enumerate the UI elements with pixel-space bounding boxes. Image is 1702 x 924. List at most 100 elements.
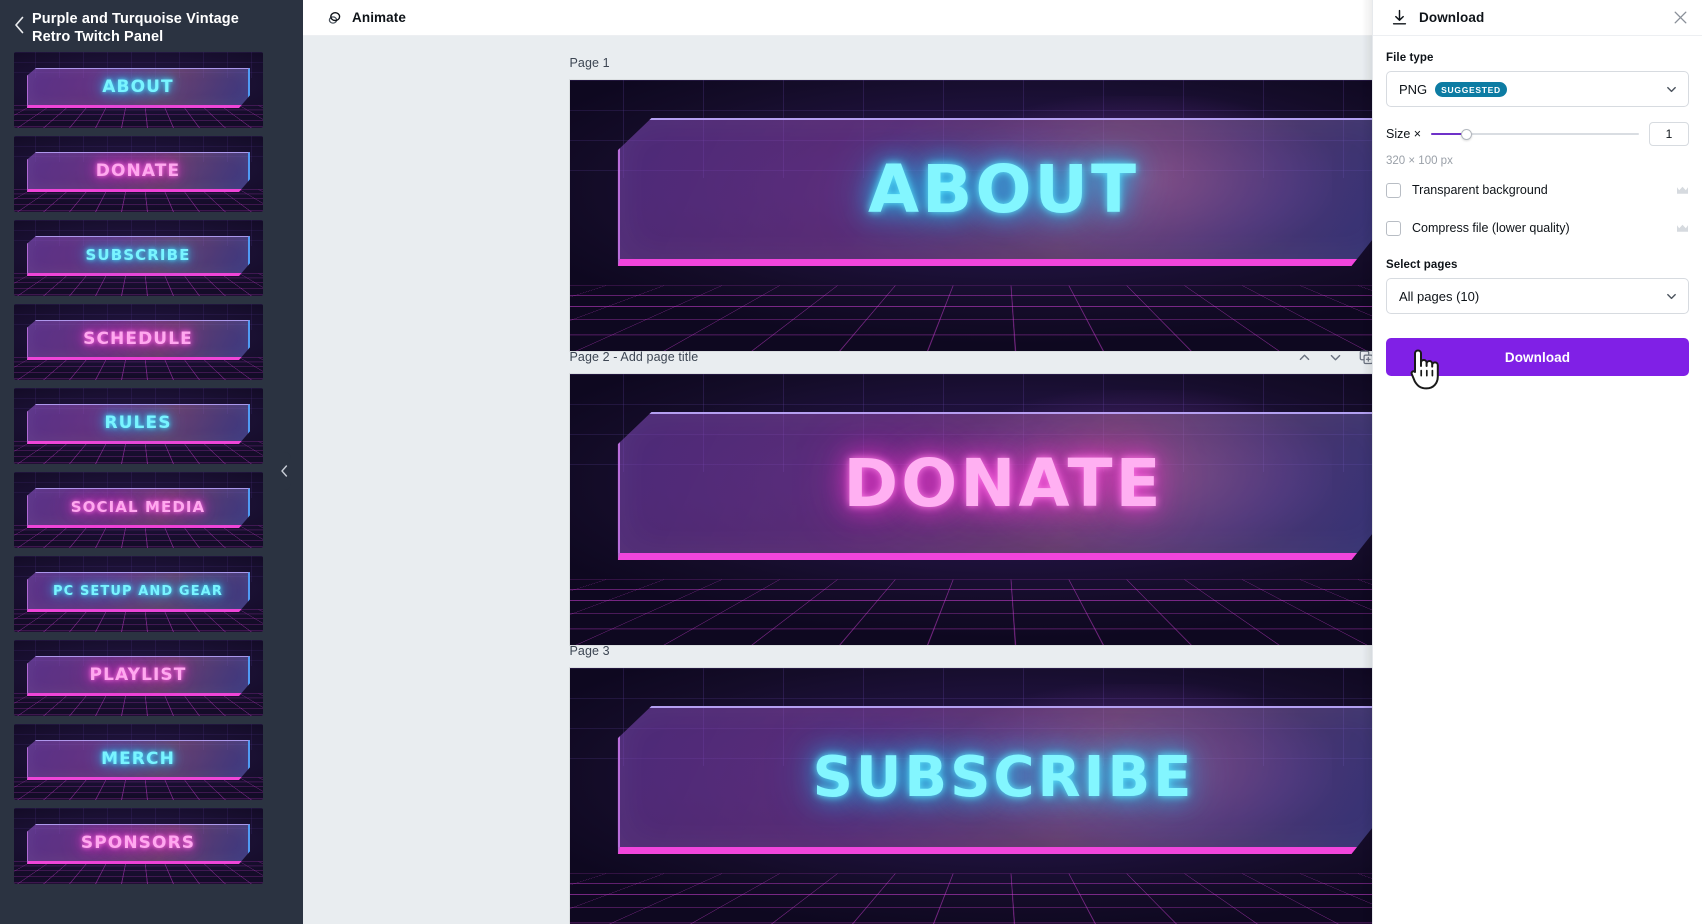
thumbnail-label: MERCH (101, 749, 175, 769)
page-label[interactable]: Page 2 - Add page title (570, 350, 699, 364)
page-thumbnail-7[interactable]: PC SETUP AND GEAR (14, 556, 263, 632)
size-slider[interactable] (1431, 127, 1639, 141)
transparent-background-row[interactable]: Transparent background (1386, 175, 1689, 205)
thumbnail-plaque: ABOUT (27, 68, 250, 108)
thumbnail-item[interactable]: PLAYLIST (0, 640, 303, 724)
thumbnail-item[interactable]: MERCH (0, 724, 303, 808)
page-thumbnail-9[interactable]: MERCH (14, 724, 263, 800)
thumbnail-plaque: SPONSORS (27, 824, 250, 864)
file-type-value: PNG (1399, 81, 1428, 97)
download-panel-body: File type PNG SUGGESTED Size × 1 320 × 1… (1373, 36, 1702, 376)
thumbnail-label: SCHEDULE (83, 329, 193, 349)
page-thumbnail-4[interactable]: SCHEDULE (14, 304, 263, 380)
thumbnail-item[interactable]: PC SETUP AND GEAR (0, 556, 303, 640)
thumbnail-plaque: MERCH (27, 740, 250, 780)
move-page-down-icon[interactable] (1328, 350, 1343, 365)
suggested-badge: SUGGESTED (1435, 81, 1507, 97)
page-thumbnail-6[interactable]: SOCIAL MEDIA (14, 472, 263, 548)
thumbnail-label: SPONSORS (80, 833, 196, 853)
thumbnail-item[interactable]: RULES (0, 388, 303, 472)
thumbnail-grid-floor (14, 693, 263, 716)
move-page-up-icon[interactable] (1297, 350, 1312, 365)
page-thumbnail-3[interactable]: SUBSCRIBE (14, 220, 263, 296)
thumbnail-plaque: SCHEDULE (27, 320, 250, 360)
thumbnail-item[interactable]: SCHEDULE (0, 304, 303, 388)
thumbnail-label: DONATE (95, 161, 181, 181)
download-icon (1391, 9, 1408, 26)
design-plaque: DONATE (618, 412, 1392, 560)
thumbnail-plaque: SOCIAL MEDIA (27, 488, 250, 528)
design-text: SUBSCRIBE (812, 745, 1195, 810)
transparent-background-checkbox[interactable] (1386, 182, 1401, 198)
select-pages-value: All pages (10) (1399, 288, 1480, 304)
chevron-down-icon (1665, 290, 1678, 303)
canvas-grid-floor (569, 285, 1436, 351)
design-plaque: SUBSCRIBE (618, 706, 1392, 854)
thumbnail-label: SOCIAL MEDIA (70, 498, 206, 516)
page-thumbnail-1[interactable]: ABOUT (14, 52, 263, 128)
page-header: Page 1 (570, 50, 1436, 76)
thumbnail-plaque: DONATE (27, 152, 250, 192)
thumbnail-item[interactable]: SPONSORS (0, 808, 303, 892)
thumbnail-label: PLAYLIST (89, 665, 187, 685)
page-canvas[interactable]: ABOUT (569, 80, 1436, 351)
transparent-background-label: Transparent background (1412, 183, 1548, 197)
page-label[interactable]: Page 3 (570, 644, 610, 658)
page-label[interactable]: Page 1 (570, 56, 610, 70)
thumbnail-grid-floor (14, 189, 263, 212)
chevron-down-icon (1665, 83, 1678, 96)
thumbnail-plaque: SUBSCRIBE (27, 236, 250, 276)
thumbnail-label: PC SETUP AND GEAR (53, 583, 223, 599)
compress-file-checkbox[interactable] (1386, 220, 1401, 236)
thumbnail-plaque: RULES (27, 404, 250, 444)
thumbnail-grid-floor (14, 105, 263, 128)
animate-label: Animate (352, 10, 406, 25)
page-thumbnail-2[interactable]: DONATE (14, 136, 263, 212)
thumbnail-grid-floor (14, 273, 263, 296)
crown-icon (1676, 223, 1689, 234)
thumbnail-grid-floor (14, 525, 263, 548)
sidebar-header: Purple and Turquoise Vintage Retro Twitc… (0, 0, 303, 52)
compress-file-row[interactable]: Compress file (lower quality) (1386, 213, 1689, 243)
canvas-grid-floor (569, 579, 1436, 645)
thumbnail-item[interactable]: DONATE (0, 136, 303, 220)
size-row: Size × (1386, 122, 1689, 146)
size-label: Size × (1386, 127, 1422, 141)
size-input[interactable] (1649, 122, 1689, 146)
thumbnail-grid-floor (14, 777, 263, 800)
collapse-sidebar-handle[interactable] (277, 452, 291, 490)
select-pages-select[interactable]: All pages (10) (1386, 278, 1689, 314)
animate-button[interactable]: Animate (318, 5, 414, 30)
page-canvas[interactable]: SUBSCRIBE (569, 668, 1436, 924)
close-icon[interactable] (1673, 10, 1688, 25)
thumbnail-grid-floor (14, 441, 263, 464)
file-type-label: File type (1386, 52, 1434, 64)
chevron-left-icon[interactable] (6, 10, 32, 40)
thumbnail-grid-floor (14, 609, 263, 632)
thumbnail-item[interactable]: SUBSCRIBE (0, 220, 303, 304)
page-header: Page 2 - Add page title (570, 344, 1436, 370)
thumbnail-label: SUBSCRIBE (85, 246, 191, 264)
download-panel-header: Download (1373, 0, 1702, 36)
thumbnail-label: ABOUT (102, 77, 174, 97)
slider-knob[interactable] (1460, 128, 1472, 140)
page-thumbnail-8[interactable]: PLAYLIST (14, 640, 263, 716)
thumbnail-list[interactable]: ABOUT DONATE SUBSCRIBE SCHEDULE RULES SOCIAL … (0, 52, 303, 924)
thumbnail-item[interactable]: ABOUT (0, 52, 303, 136)
design-title: Purple and Turquoise Vintage Retro Twitc… (32, 11, 239, 46)
page-thumbnail-5[interactable]: RULES (14, 388, 263, 464)
download-panel-title: Download (1419, 10, 1485, 25)
page-canvas[interactable]: DONATE (569, 374, 1436, 645)
thumbnail-item[interactable]: SOCIAL MEDIA (0, 472, 303, 556)
size-dimensions: 320 × 100 px (1386, 155, 1453, 167)
page-thumbnail-10[interactable]: SPONSORS (14, 808, 263, 884)
design-text: DONATE (843, 445, 1164, 522)
design-plaque: ABOUT (618, 118, 1392, 266)
file-type-select[interactable]: PNG SUGGESTED (1386, 71, 1689, 107)
page-header: Page 3 (570, 638, 1436, 664)
animate-icon (326, 9, 343, 26)
crown-icon (1676, 185, 1689, 196)
download-button[interactable]: Download (1386, 338, 1689, 376)
design-text: ABOUT (867, 151, 1140, 228)
download-panel: Download File type PNG SUGGESTED Size × (1372, 0, 1702, 924)
